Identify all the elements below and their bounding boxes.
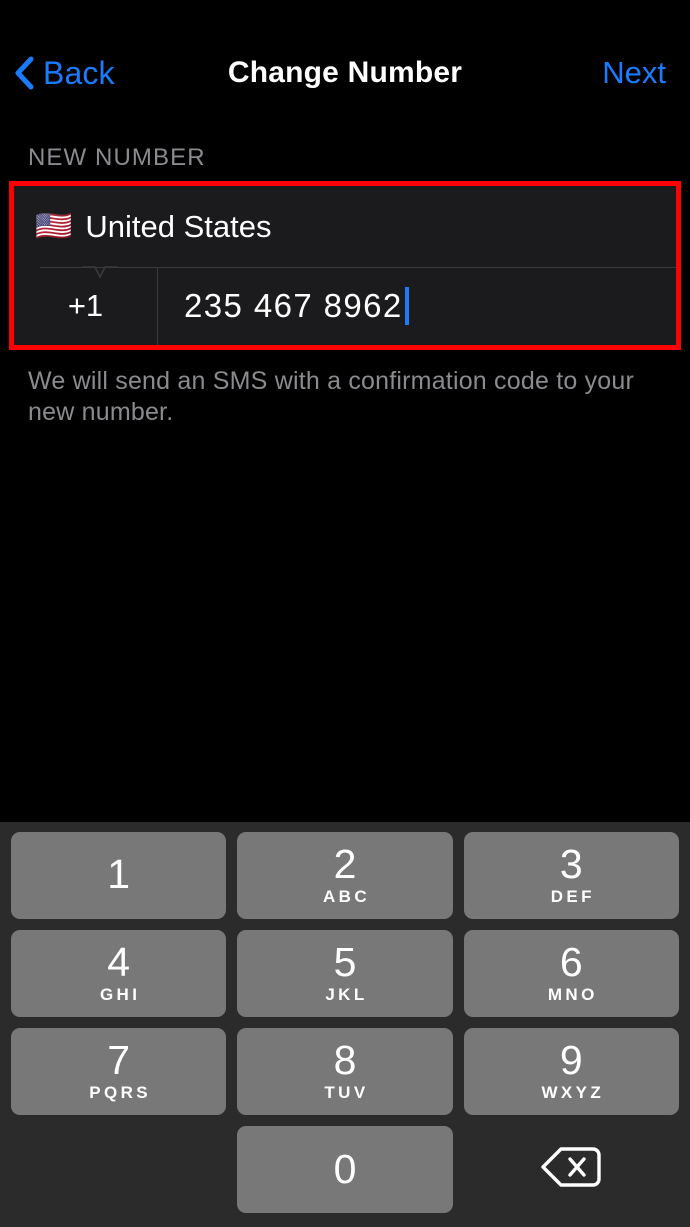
phone-number-value: 235 467 8962 (184, 287, 403, 324)
key-digit: 0 (333, 1146, 357, 1192)
footnote-text: We will send an SMS with a confirmation … (28, 367, 635, 426)
key-digit: 4 (107, 938, 131, 985)
keypad-row: 4 GHI 5 JKL 6 MNO (11, 930, 679, 1017)
key-digit: 2 (333, 840, 357, 887)
keypad-row: 0 (11, 1126, 679, 1213)
backspace-delete-icon (540, 1144, 602, 1195)
backspace-key[interactable] (464, 1126, 679, 1213)
key-letters: MNO (547, 984, 598, 1004)
key-digit: 7 (107, 1036, 131, 1083)
country-code-value: +1 (67, 288, 104, 323)
keypad-row: 7 PQRS 8 TUV 9 WXYZ (11, 1028, 679, 1115)
key-letters: DEF (550, 886, 595, 906)
country-name-label: United States (85, 208, 272, 244)
key-7[interactable]: 7 PQRS (11, 1028, 227, 1115)
phone-entry-group: 🇺🇸 United States +1 235 467 8962 (14, 186, 676, 345)
key-6[interactable]: 6 MNO (463, 930, 679, 1017)
keypad-row: 1 2 ABC 3 DEF (11, 832, 679, 919)
highlight-box: 🇺🇸 United States +1 235 467 8962 (9, 181, 681, 350)
key-letters: JKL (325, 984, 368, 1004)
key-digit: 8 (333, 1036, 357, 1083)
next-button[interactable]: Next (602, 56, 666, 90)
key-letters: TUV (324, 1082, 369, 1102)
key-letters: WXYZ (541, 1082, 605, 1102)
section-header-new-number: NEW NUMBER (28, 144, 206, 171)
key-letters: GHI (99, 984, 141, 1004)
key-3[interactable]: 3 DEF (463, 832, 679, 919)
country-selector-row[interactable]: 🇺🇸 United States (14, 186, 676, 267)
us-flag-icon: 🇺🇸 (35, 209, 73, 243)
row-divider (40, 267, 676, 268)
key-letters: ABC (322, 886, 370, 906)
page-title: Change Number (227, 56, 463, 89)
numeric-keypad: 1 2 ABC 3 DEF 4 GHI 5 JKL 6 MNO 7 PQRS 8… (0, 822, 690, 1227)
key-blank-left (11, 1126, 226, 1213)
key-9[interactable]: 9 WXYZ (463, 1028, 679, 1115)
key-digit: 6 (559, 938, 583, 985)
change-number-screen: Back Change Number Next NEW NUMBER 🇺🇸 Un… (0, 0, 690, 1227)
phone-number-input[interactable]: 235 467 8962 (158, 267, 676, 345)
key-1[interactable]: 1 (11, 832, 227, 919)
key-digit: 1 (107, 850, 131, 897)
key-letters: PQRS (89, 1082, 152, 1102)
key-digit: 3 (559, 840, 583, 887)
key-2[interactable]: 2 ABC (237, 832, 453, 919)
navigation-bar: Back Change Number Next (0, 0, 690, 118)
key-4[interactable]: 4 GHI (11, 930, 227, 1017)
key-digit: 9 (559, 1036, 583, 1083)
country-code-field[interactable]: +1 (14, 267, 157, 345)
key-digit: 5 (333, 938, 357, 985)
key-8[interactable]: 8 TUV (237, 1028, 453, 1115)
key-0[interactable]: 0 (237, 1126, 453, 1213)
text-caret (404, 287, 409, 325)
key-5[interactable]: 5 JKL (237, 930, 453, 1017)
phone-number-row: +1 235 467 8962 (14, 266, 676, 345)
